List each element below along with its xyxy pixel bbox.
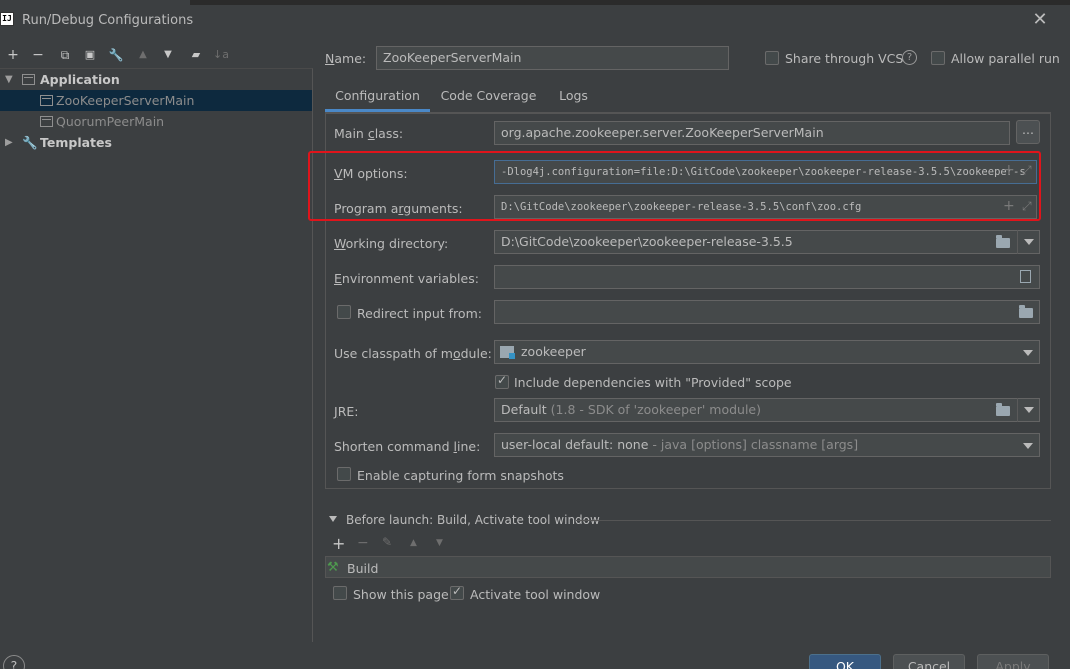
separator xyxy=(576,520,1051,521)
name-input[interactable]: ZooKeeperServerMain xyxy=(376,46,729,70)
tree-label: Application xyxy=(40,72,120,87)
jre-select[interactable]: Default (1.8 - SDK of 'zookeeper' module… xyxy=(494,398,1040,422)
build-task-item[interactable]: Build xyxy=(347,561,378,576)
before-launch-list xyxy=(325,556,1051,578)
include-dependencies-label: Include dependencies with "Provided" sco… xyxy=(514,375,792,390)
enable-snapshots-label: Enable capturing form snapshots xyxy=(357,468,564,483)
allow-parallel-label: Allow parallel run xyxy=(951,51,1060,66)
shorten-command-line-select[interactable]: user-local default: none - java [options… xyxy=(494,433,1040,457)
classpath-module-select[interactable]: zookeeper xyxy=(494,340,1040,364)
activate-tool-window-label: Activate tool window xyxy=(470,587,601,602)
edit-task-icon[interactable]: ✎ xyxy=(382,535,392,549)
show-this-page-checkbox[interactable] xyxy=(333,586,347,600)
folder-icon[interactable] xyxy=(1019,305,1033,318)
browse-button[interactable]: ... xyxy=(1016,120,1040,144)
application-config-icon xyxy=(40,116,53,127)
environment-variables-label: Environment variables: xyxy=(334,271,479,286)
jre-value: Default xyxy=(501,402,547,417)
tree-label: QuorumPeerMain xyxy=(56,114,165,129)
remove-icon[interactable]: − xyxy=(28,45,48,65)
close-icon[interactable]: ✕ xyxy=(1030,9,1050,31)
share-vcs-label: Share through VCS xyxy=(785,51,904,66)
share-vcs-checkbox[interactable] xyxy=(765,51,779,65)
collapse-arrow-icon[interactable]: ▶ xyxy=(5,132,13,153)
sort-icon[interactable]: ↓a xyxy=(211,45,231,65)
classpath-module-label: Use classpath of module: xyxy=(334,346,492,361)
window-title: Run/Debug Configurations xyxy=(22,13,194,28)
redirect-input-field[interactable] xyxy=(494,300,1040,324)
move-up-icon[interactable]: ▲ xyxy=(133,45,153,65)
dropdown-button[interactable] xyxy=(1017,230,1039,254)
tab-configuration[interactable]: Configuration xyxy=(325,85,430,112)
jre-hint: (1.8 - SDK of 'zookeeper' module) xyxy=(550,402,761,417)
background-strip xyxy=(190,0,1070,5)
before-launch-label: Before launch: Build, Activate tool wind… xyxy=(346,513,600,527)
shorten-hint: - java [options] classname [args] xyxy=(652,437,859,452)
help-button[interactable]: ? xyxy=(3,655,25,669)
copy-icon[interactable]: ⧉ xyxy=(55,45,75,65)
dropdown-button[interactable] xyxy=(1017,398,1039,422)
shorten-value: user-local default: none xyxy=(501,437,649,452)
redirect-input-checkbox[interactable] xyxy=(337,305,351,319)
chevron-down-icon[interactable] xyxy=(1023,350,1033,356)
add-task-icon[interactable]: + xyxy=(332,534,345,553)
ok-button[interactable]: OK xyxy=(809,654,881,669)
folder-icon[interactable]: ▰ xyxy=(186,45,206,65)
application-icon xyxy=(22,74,35,85)
build-hammer-icon: ⚒ xyxy=(327,560,339,575)
tab-logs[interactable]: Logs xyxy=(551,85,596,112)
wrench-icon[interactable]: 🔧 xyxy=(106,45,126,65)
name-label: Name: xyxy=(325,51,367,66)
move-down-icon[interactable]: ▼ xyxy=(158,45,178,65)
show-this-page-label: Show this page xyxy=(353,587,449,602)
module-folder-icon xyxy=(500,346,515,359)
folder-icon[interactable] xyxy=(996,403,1010,416)
folder-icon[interactable] xyxy=(996,235,1010,248)
activate-tool-window-checkbox[interactable] xyxy=(450,584,464,600)
working-directory-input[interactable]: D:\GitCode\zookeeper\zookeeper-release-3… xyxy=(494,230,1040,254)
edit-list-icon[interactable] xyxy=(1020,270,1031,283)
save-icon[interactable]: ▣ xyxy=(80,45,100,65)
collapse-arrow-icon[interactable] xyxy=(329,516,337,522)
red-highlight-box xyxy=(308,151,1041,221)
apply-button[interactable]: Apply xyxy=(977,654,1049,669)
intellij-app-icon: IJ xyxy=(0,12,14,26)
tree-item-templates[interactable]: ▶ 🔧 Templates xyxy=(0,132,312,153)
remove-task-icon[interactable]: − xyxy=(357,535,369,551)
tree-item-application[interactable]: ▼ Application xyxy=(0,69,312,90)
tab-code-coverage[interactable]: Code Coverage xyxy=(436,85,541,112)
expand-arrow-icon[interactable]: ▼ xyxy=(5,69,13,90)
chevron-down-icon[interactable] xyxy=(1023,443,1033,449)
cancel-button[interactable]: Cancel xyxy=(893,654,965,669)
main-class-label: Main class: xyxy=(334,126,404,141)
tree-label: Templates xyxy=(40,135,112,150)
wrench-icon: 🔧 xyxy=(22,135,38,150)
enable-snapshots-checkbox[interactable] xyxy=(337,467,351,481)
application-config-icon xyxy=(40,95,53,106)
add-icon[interactable]: + xyxy=(3,45,23,65)
tree-item-zookeeperservermain[interactable]: ZooKeeperServerMain xyxy=(0,90,312,111)
tree-label: ZooKeeperServerMain xyxy=(56,93,195,108)
redirect-input-label: Redirect input from: xyxy=(357,306,482,321)
help-icon[interactable]: ? xyxy=(902,50,917,65)
environment-variables-input[interactable] xyxy=(494,265,1040,289)
move-down-icon[interactable]: ▼ xyxy=(436,538,443,548)
main-class-input[interactable]: org.apache.zookeeper.server.ZooKeeperSer… xyxy=(494,121,1010,145)
tree-item-quorumpeermain[interactable]: QuorumPeerMain xyxy=(0,111,312,132)
move-up-icon[interactable]: ▲ xyxy=(410,538,417,548)
working-directory-label: Working directory: xyxy=(334,236,449,251)
include-dependencies-checkbox[interactable] xyxy=(495,373,509,389)
jre-label: JRE: xyxy=(334,404,359,419)
allow-parallel-checkbox[interactable] xyxy=(931,51,945,65)
shorten-command-line-label: Shorten command line: xyxy=(334,439,481,454)
configuration-tree: ▼ Application ZooKeeperServerMain Quorum… xyxy=(0,68,313,642)
